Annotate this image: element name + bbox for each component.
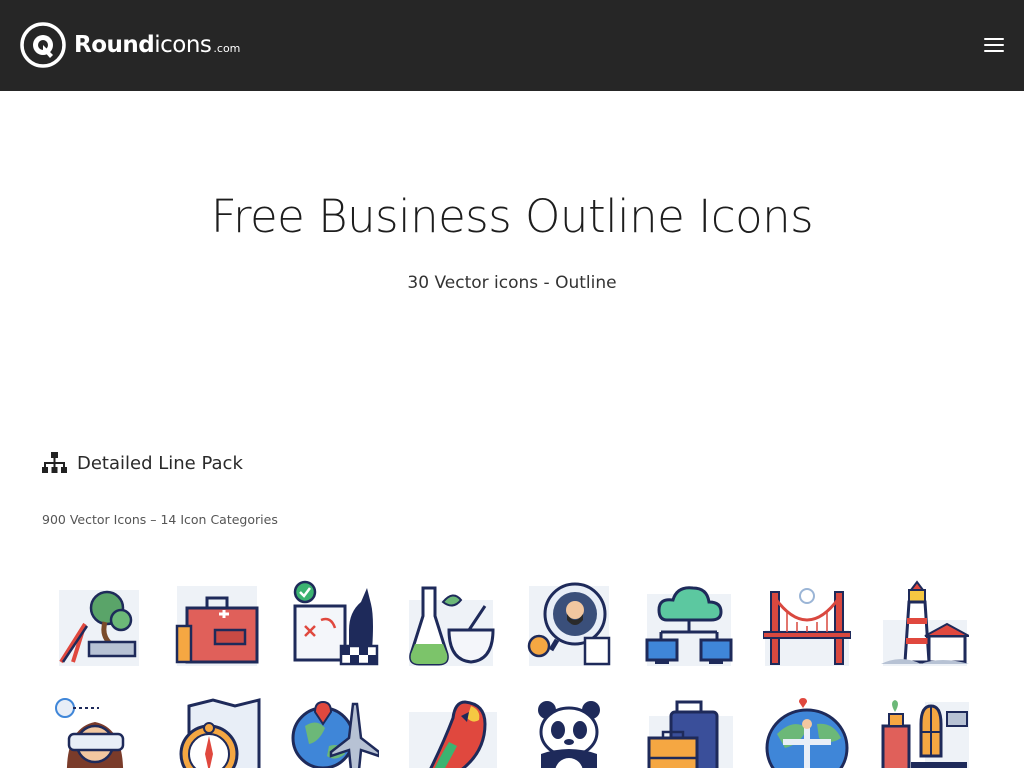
icon-tile[interactable]: [291, 698, 379, 768]
icon-tile[interactable]: [409, 580, 497, 668]
parrot-icon: [409, 700, 497, 768]
cloud-network-icon: [645, 586, 733, 666]
site-logo[interactable]: Round icons .com: [20, 22, 240, 68]
page-subtitle: 30 Vector icons - Outline: [407, 273, 617, 293]
cafe-window-icon: [881, 700, 969, 768]
icon-tile[interactable]: [763, 698, 851, 768]
icon-tile[interactable]: [55, 580, 143, 668]
world-statue-icon: [765, 698, 849, 768]
vr-headset-woman-icon: [55, 698, 125, 768]
bonsai-scissors-icon: [59, 590, 139, 666]
icon-tile[interactable]: [409, 698, 497, 768]
pack-heading[interactable]: Detailed Line Pack: [42, 452, 243, 474]
golden-gate-bridge-icon: [763, 588, 851, 666]
brand-bold: Round: [74, 32, 155, 58]
icon-tile[interactable]: [645, 698, 733, 768]
globe-airplane-icon: [291, 700, 379, 768]
icon-tile[interactable]: [527, 580, 615, 668]
site-header: Round icons .com: [0, 0, 1024, 91]
brand-wordmark: Round icons .com: [74, 32, 240, 58]
brand-light: icons: [154, 32, 212, 58]
icon-tile[interactable]: [173, 698, 261, 768]
sitemap-icon: [42, 452, 67, 473]
icon-tile[interactable]: [881, 698, 969, 768]
panda-icon: [538, 701, 600, 768]
page-title: Free Business Outline Icons: [210, 190, 814, 243]
hamburger-menu-icon[interactable]: [980, 34, 1008, 56]
icon-tile[interactable]: [173, 580, 261, 668]
pack-title: Detailed Line Pack: [77, 452, 243, 474]
icon-tile[interactable]: [645, 580, 733, 668]
pack-subtitle: 900 Vector Icons – 14 Icon Categories: [42, 512, 278, 527]
icon-grid: [55, 580, 975, 768]
person-search-icon: [527, 582, 611, 666]
icon-tile[interactable]: [881, 580, 969, 668]
icon-tile[interactable]: [527, 698, 615, 768]
icon-tile[interactable]: [763, 580, 851, 668]
chess-strategy-board-icon: [293, 580, 379, 666]
icon-tile[interactable]: [291, 580, 379, 668]
roundicons-logo-icon: [20, 22, 66, 68]
lighthouse-icon: [881, 580, 969, 666]
luggage-travel-icon: [647, 700, 733, 768]
map-compass-icon: [179, 698, 261, 768]
brand-tld: .com: [213, 42, 241, 55]
first-aid-kit-icon: [175, 586, 259, 666]
lab-flask-mortar-icon: [409, 586, 495, 666]
icon-tile[interactable]: [55, 698, 143, 768]
